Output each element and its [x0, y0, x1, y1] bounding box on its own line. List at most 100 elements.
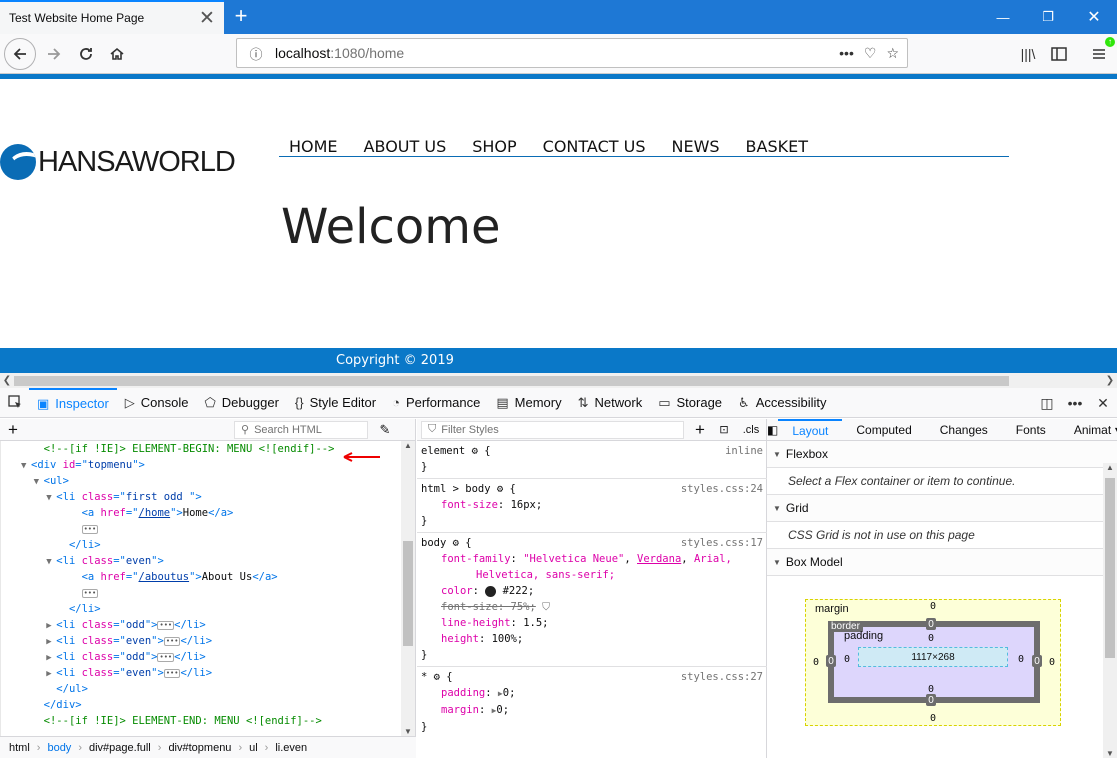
- add-node-icon[interactable]: +: [0, 420, 26, 440]
- forward-icon[interactable]: [40, 40, 68, 68]
- markup-line[interactable]: ▶ <li class="even"> ••• </li>: [21, 665, 400, 681]
- padding-left-value[interactable]: 0: [844, 654, 850, 665]
- markup-link[interactable]: /home: [139, 507, 171, 519]
- menu-about-us[interactable]: ABOUT US: [364, 137, 447, 156]
- margin-left-value[interactable]: 0: [813, 657, 819, 668]
- home-icon[interactable]: [103, 40, 131, 68]
- tab-storage[interactable]: ▭ Storage: [650, 388, 730, 417]
- toggle-sidebar-icon[interactable]: ◧: [767, 419, 778, 440]
- tab-performance[interactable]: ◔ Performance: [384, 388, 488, 417]
- sidebar-icon[interactable]: [1045, 40, 1073, 68]
- eyedropper-icon[interactable]: ✎: [372, 422, 398, 438]
- close-tab-icon[interactable]: ✕: [194, 5, 220, 31]
- scroll-left-icon[interactable]: ❮: [0, 373, 14, 388]
- tab-changes[interactable]: Changes: [926, 419, 1002, 440]
- scroll-down-icon[interactable]: ▼: [401, 727, 415, 736]
- scroll-up-icon[interactable]: ▲: [1103, 463, 1117, 472]
- expand-toggle-icon[interactable]: ▼: [46, 490, 56, 506]
- markup-line[interactable]: ▶ <li class="even"> ••• </li>: [21, 633, 400, 649]
- scrollbar-thumb[interactable]: [14, 376, 1009, 386]
- filter-styles-input[interactable]: ⛉ Filter Styles: [421, 420, 684, 439]
- menu-icon[interactable]: ↑: [1085, 37, 1115, 68]
- markup-link[interactable]: /aboutus: [139, 571, 190, 583]
- library-icon[interactable]: |||\: [1014, 40, 1042, 68]
- element-picker-icon[interactable]: [0, 388, 29, 417]
- restore-icon[interactable]: ❐: [1025, 0, 1071, 34]
- hansaworld-logo[interactable]: HANSAWORLD: [0, 144, 236, 180]
- margin-top-value[interactable]: 0: [930, 601, 936, 612]
- cls-toggle[interactable]: .cls: [736, 424, 766, 436]
- border-bottom-value[interactable]: 0: [926, 694, 936, 706]
- breadcrumb-item[interactable]: div#page.full: [89, 742, 151, 754]
- info-icon[interactable]: ⓘ: [243, 44, 269, 63]
- rule-source[interactable]: styles.css:27: [681, 669, 763, 685]
- rule-body[interactable]: body ⚙ { font-family: "Helvetica Neue", …: [417, 533, 767, 667]
- back-icon[interactable]: [4, 38, 36, 70]
- tab-accessibility[interactable]: ♿ Accessibility: [730, 388, 834, 417]
- expand-toggle-icon[interactable]: ▼: [46, 554, 56, 570]
- breadcrumb-item[interactable]: li.even: [275, 742, 307, 754]
- whitespace-ellipsis-icon[interactable]: •••: [81, 588, 99, 598]
- markup-line[interactable]: ▶ <li class="odd"> ••• </li>: [21, 649, 400, 665]
- tab-animations[interactable]: Animat: [1060, 419, 1113, 440]
- pocket-icon[interactable]: ♡: [864, 45, 877, 62]
- box-model-content[interactable]: 1117×268: [858, 647, 1008, 667]
- tab-console[interactable]: ▷ Console: [117, 388, 197, 417]
- grid-section-header[interactable]: ▼ Grid: [767, 495, 1117, 522]
- filter-overridden-icon[interactable]: ⛉: [542, 601, 550, 613]
- markup-line[interactable]: ▼ <ul>: [21, 473, 400, 489]
- padding-bottom-value[interactable]: 0: [928, 684, 934, 695]
- rule-element[interactable]: element ⚙ {} inline: [417, 441, 767, 479]
- tab-network[interactable]: ⇅ Network: [570, 388, 651, 417]
- markup-line[interactable]: </div>: [21, 697, 400, 713]
- tab-memory[interactable]: ▤ Memory: [488, 388, 569, 417]
- markup-line[interactable]: ▼ <li class="first odd ">: [21, 489, 400, 505]
- box-model-border[interactable]: border 0 0 0 0 padding 0 0 0 0 1117×268: [826, 618, 1042, 706]
- markup-line[interactable]: ▶ <li class="odd"> ••• </li>: [21, 617, 400, 633]
- page-actions-icon[interactable]: •••: [839, 45, 854, 62]
- breadcrumb-item[interactable]: div#topmenu: [168, 742, 231, 754]
- bookmark-star-icon[interactable]: ☆: [886, 45, 899, 62]
- markup-line[interactable]: ▼ <li class="even">: [21, 553, 400, 569]
- collapsed-ellipsis-icon[interactable]: •••: [157, 620, 175, 630]
- menu-home[interactable]: HOME: [289, 137, 338, 156]
- scrollbar-thumb[interactable]: [403, 541, 413, 646]
- markup-tree[interactable]: <!--[if !IE]> ELEMENT-BEGIN: MENU <![end…: [0, 441, 400, 736]
- border-top-value[interactable]: 0: [926, 618, 936, 630]
- url-bar[interactable]: ⓘ localhost:1080/home ••• ♡ ☆: [236, 38, 908, 68]
- layout-scrollbar[interactable]: ▲ ▼: [1103, 463, 1117, 758]
- menu-basket[interactable]: BASKET: [746, 137, 808, 156]
- tab-fonts[interactable]: Fonts: [1002, 419, 1060, 440]
- flexbox-section-header[interactable]: ▼ Flexbox: [767, 441, 1117, 468]
- horizontal-scrollbar[interactable]: ❮ ❯: [0, 373, 1117, 388]
- expand-toggle-icon[interactable]: ▼: [34, 474, 44, 490]
- close-devtools-icon[interactable]: ✕: [1089, 395, 1117, 412]
- tab-layout[interactable]: Layout: [778, 419, 843, 440]
- browser-tab[interactable]: Test Website Home Page ✕: [0, 0, 224, 34]
- scroll-right-icon[interactable]: ❯: [1103, 373, 1117, 388]
- markup-line[interactable]: •••: [21, 521, 400, 537]
- padding-right-value[interactable]: 0: [1018, 654, 1024, 665]
- box-model-section-header[interactable]: ▼ Box Model: [767, 549, 1117, 576]
- breadcrumb-item[interactable]: ul: [249, 742, 258, 754]
- tab-computed[interactable]: Computed: [842, 419, 925, 440]
- scroll-down-icon[interactable]: ▼: [1103, 749, 1117, 758]
- rule-source[interactable]: styles.css:17: [681, 535, 763, 551]
- new-tab-icon[interactable]: +: [228, 3, 254, 29]
- rule-html-body[interactable]: html > body ⚙ { font-size: 16px;} styles…: [417, 479, 767, 533]
- markup-line[interactable]: <a href="/aboutus">About Us</a>: [21, 569, 400, 585]
- rule-source[interactable]: styles.css:24: [681, 481, 763, 497]
- markup-scrollbar[interactable]: ▲ ▼: [401, 441, 415, 736]
- collapsed-ellipsis-icon[interactable]: •••: [157, 652, 175, 662]
- minimize-icon[interactable]: —: [980, 0, 1026, 34]
- close-window-icon[interactable]: ✕: [1071, 0, 1117, 34]
- collapsed-ellipsis-icon[interactable]: •••: [163, 636, 181, 646]
- collapsed-ellipsis-icon[interactable]: •••: [163, 668, 181, 678]
- menu-news[interactable]: NEWS: [671, 137, 719, 156]
- markup-line[interactable]: </li>: [21, 601, 400, 617]
- margin-right-value[interactable]: 0: [1049, 657, 1055, 668]
- reload-icon[interactable]: [72, 40, 100, 68]
- whitespace-ellipsis-icon[interactable]: •••: [81, 524, 99, 534]
- tab-inspector[interactable]: ▣ Inspector: [29, 388, 117, 417]
- expand-toggle-icon[interactable]: ▼: [21, 458, 31, 474]
